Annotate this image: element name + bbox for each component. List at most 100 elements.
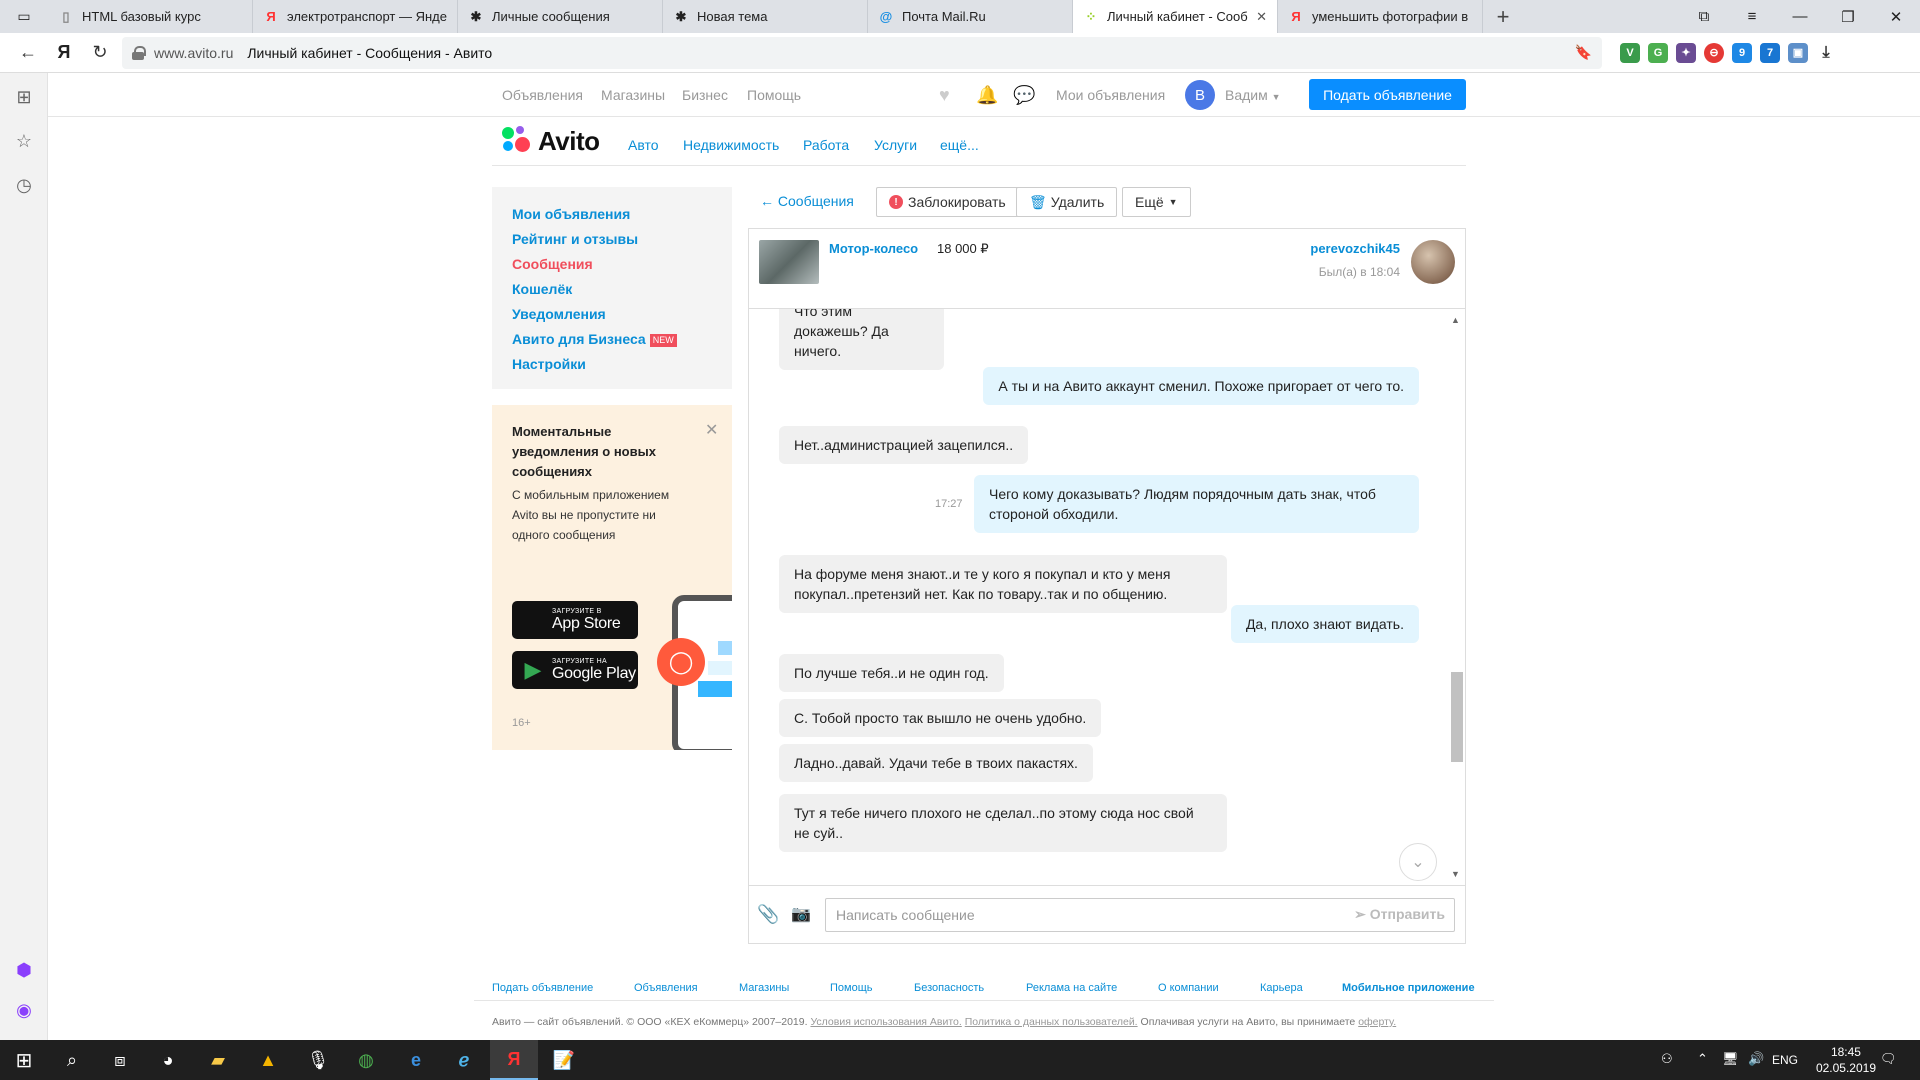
star-icon[interactable]: ☆ (12, 129, 36, 153)
app-store-button[interactable]: Загрузите в App Store (512, 601, 638, 639)
back-to-messages-link[interactable]: ← Сообщения (760, 193, 854, 209)
delete-button[interactable]: 🗑 Удалить (1016, 187, 1118, 217)
apps-grid-icon[interactable]: ⊞ (12, 85, 36, 109)
scrollbar-thumb[interactable] (1451, 672, 1463, 762)
clock[interactable]: 18:45 02.05.2019 (1816, 1044, 1876, 1076)
scroll-to-bottom-button[interactable]: ⌄ (1399, 843, 1437, 881)
footer-link[interactable]: Реклама на сайте (1026, 982, 1117, 994)
footer-link[interactable]: Подать объявление (492, 982, 593, 994)
tab-active[interactable]: ⁘ Личный кабинет - Сооб ✕ (1073, 0, 1278, 33)
extension-icon[interactable]: ✦ (1676, 42, 1696, 63)
menu-my-ads[interactable]: Мои объявления (512, 202, 732, 227)
peer-name-link[interactable]: perevozchik45 (1310, 241, 1400, 256)
footer-link[interactable]: Карьера (1260, 982, 1303, 994)
google-play-button[interactable]: ▶ Загрузите на Google Play (512, 651, 638, 689)
offer-link[interactable]: оферту. (1358, 1016, 1396, 1028)
microphone-icon[interactable]: 🎙 (294, 1040, 342, 1080)
close-icon[interactable]: ✕ (705, 420, 718, 440)
new-tab-icon[interactable]: + (1483, 0, 1523, 33)
favorites-heart-icon[interactable]: ♥ (939, 85, 950, 106)
menu-business[interactable]: Авито для Бизнеса (512, 331, 646, 347)
scroll-down-icon[interactable]: ▼ (1451, 869, 1460, 879)
tab[interactable]: ▯ HTML базовый курс (48, 0, 253, 33)
menu-settings[interactable]: Настройки (512, 352, 732, 377)
category-services[interactable]: Услуги (874, 137, 917, 153)
notifications-bell-icon[interactable]: 🔔 (976, 85, 998, 106)
edge-icon[interactable]: e (392, 1040, 440, 1080)
policy-link[interactable]: Политика о данных пользователей. (965, 1016, 1138, 1028)
search-icon[interactable]: ⌕ (48, 1040, 96, 1080)
menu-icon[interactable]: ≡ (1728, 0, 1776, 33)
extension-icon[interactable]: ⊖ (1704, 42, 1724, 63)
nav-link-ads[interactable]: Объявления (502, 87, 583, 103)
bookmark-icon[interactable]: 🔖 (1575, 44, 1592, 61)
app-icon[interactable]: ◕ (144, 1040, 192, 1080)
menu-wallet[interactable]: Кошелёк (512, 277, 732, 302)
task-view-icon[interactable]: ⧈ (96, 1040, 144, 1080)
close-tab-icon[interactable]: ✕ (1256, 9, 1267, 25)
reload-icon[interactable]: ↻ (82, 35, 118, 71)
assistant-icon[interactable]: ◉ (12, 998, 36, 1022)
download-icon[interactable]: ⤓ (1816, 43, 1836, 63)
restore-icon[interactable]: ❐ (1824, 0, 1872, 33)
category-auto[interactable]: Авто (628, 137, 659, 153)
tray-chevron-icon[interactable]: ⌃ (1697, 1051, 1708, 1067)
send-button[interactable]: ➢ Отправить (1354, 906, 1445, 923)
extension-icon[interactable]: V (1620, 42, 1640, 63)
tab[interactable]: ✱ Новая тема (663, 0, 868, 33)
tabs-menu-icon[interactable]: ▭ (0, 0, 48, 33)
action-center-icon[interactable]: 🗨 (1880, 1051, 1897, 1067)
footer-link-mobile-app[interactable]: Мобильное приложение (1342, 982, 1475, 994)
footer-link[interactable]: Безопасность (914, 982, 984, 994)
yandex-home-icon[interactable]: Я (46, 35, 82, 71)
nav-link-shops[interactable]: Магазины (601, 87, 665, 103)
item-thumbnail[interactable] (759, 240, 819, 284)
user-avatar[interactable]: В (1185, 80, 1215, 110)
item-title-link[interactable]: Мотор-колесо (829, 241, 918, 256)
footer-link[interactable]: О компании (1158, 982, 1219, 994)
internet-explorer-icon[interactable]: ℯ (440, 1040, 488, 1080)
file-explorer-icon[interactable]: ▰ (194, 1040, 242, 1080)
category-jobs[interactable]: Работа (803, 137, 849, 153)
peer-avatar[interactable] (1411, 240, 1455, 284)
nav-link-help[interactable]: Помощь (747, 87, 801, 103)
extension-icon[interactable]: 7 (1760, 42, 1780, 63)
tab[interactable]: ✱ Личные сообщения (458, 0, 663, 33)
paperclip-icon[interactable]: 📎 (757, 904, 779, 925)
avito-logo[interactable]: Avito (502, 125, 600, 157)
nav-link-business[interactable]: Бизнес (682, 87, 728, 103)
extension-icon[interactable]: ▣ (1788, 42, 1808, 63)
messages-chat-icon[interactable]: 💬 (1013, 85, 1035, 106)
user-menu[interactable]: Вадим ▼ (1225, 87, 1281, 103)
globe-icon[interactable]: ◍ (342, 1040, 390, 1080)
footer-link[interactable]: Магазины (739, 982, 789, 994)
tab[interactable]: @ Почта Mail.Ru (868, 0, 1073, 33)
more-button[interactable]: Ещё ▼ (1122, 187, 1191, 217)
my-ads-link[interactable]: Мои объявления (1056, 87, 1165, 103)
history-icon[interactable]: ◷ (12, 173, 36, 197)
message-list[interactable]: Что этим докажешь? Да ничего. А ты и на … (749, 309, 1465, 885)
network-icon[interactable]: 🖥 (1722, 1051, 1739, 1067)
scroll-up-icon[interactable]: ▲ (1451, 315, 1460, 325)
menu-ratings[interactable]: Рейтинг и отзывы (512, 227, 732, 252)
block-button[interactable]: ! Заблокировать (876, 187, 1019, 217)
menu-messages[interactable]: Сообщения (512, 252, 732, 277)
people-icon[interactable]: ⚇ (1661, 1051, 1673, 1067)
windows-start-icon[interactable]: ⊞ (0, 1040, 48, 1080)
alice-icon[interactable]: ⬢ (12, 958, 36, 982)
category-realty[interactable]: Недвижимость (683, 137, 779, 153)
post-ad-button[interactable]: Подать объявление (1309, 79, 1466, 110)
minimize-icon[interactable]: — (1776, 0, 1824, 33)
language-indicator[interactable]: ENG (1772, 1053, 1798, 1067)
camera-icon[interactable]: 📷 (791, 904, 811, 924)
tab[interactable]: Яуменьшить фотографии в (1278, 0, 1483, 33)
notepad-icon[interactable]: 📝 (540, 1040, 588, 1080)
extension-icon[interactable]: G (1648, 42, 1668, 63)
category-more[interactable]: ещё... (940, 137, 979, 153)
scrollbar[interactable]: ▲ ▼ (1447, 315, 1463, 879)
tab[interactable]: Яэлектротранспорт — Янде (253, 0, 458, 33)
bookmarks-panel-icon[interactable]: ⧉ (1680, 0, 1728, 33)
yandex-browser-icon[interactable]: Я (490, 1040, 538, 1080)
terms-link[interactable]: Условия использования Авито. (810, 1016, 961, 1028)
back-icon[interactable]: ← (10, 35, 46, 71)
